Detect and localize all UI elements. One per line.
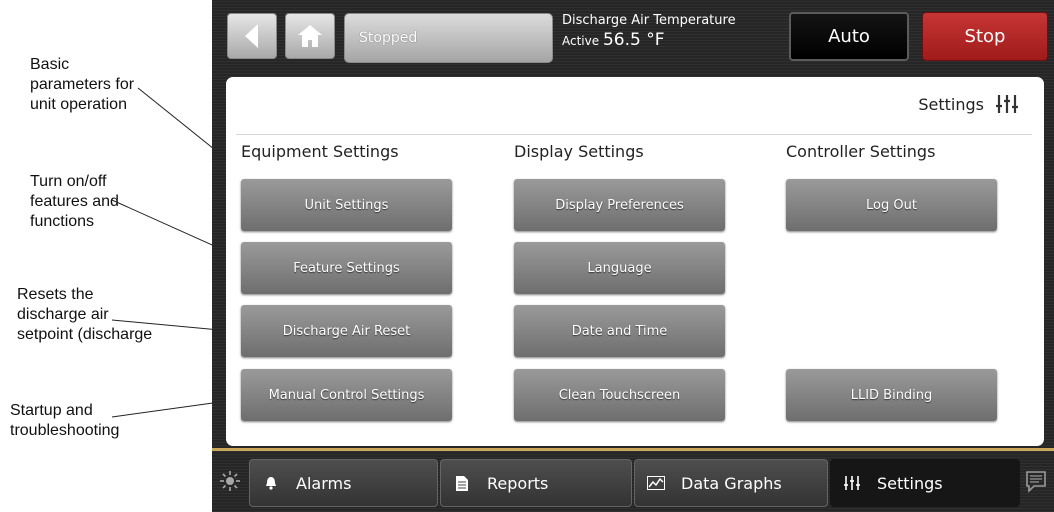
tab-settings[interactable]: Settings	[830, 459, 1020, 507]
chat-icon[interactable]	[1025, 470, 1047, 494]
tab-settings-label: Settings	[877, 473, 943, 493]
tab-data-graphs-label: Data Graphs	[681, 473, 782, 493]
feature-settings-button[interactable]: Feature Settings	[241, 242, 452, 294]
unit-settings-button[interactable]: Unit Settings	[241, 179, 452, 231]
controller-settings-heading: Controller Settings	[786, 142, 936, 161]
status-indicator[interactable]: Stopped	[344, 13, 553, 63]
equipment-settings-heading: Equipment Settings	[241, 142, 399, 161]
status-text: Stopped	[359, 30, 418, 46]
document-icon	[453, 475, 471, 491]
accent-divider	[212, 448, 1054, 451]
annotation-line: Turn on/off	[30, 173, 107, 190]
header-divider	[236, 134, 1032, 135]
annotation-line: Startup and	[10, 402, 93, 419]
bell-icon	[262, 476, 280, 490]
tab-reports[interactable]: Reports	[440, 459, 632, 507]
panel-title: Settings	[918, 94, 984, 114]
tab-alarms[interactable]: Alarms	[249, 459, 438, 507]
annotation-line: Resets the	[17, 286, 94, 303]
discharge-air-label: Discharge Air Temperature	[562, 13, 736, 28]
discharge-air-temperature-readout: Discharge Air Temperature Active 56.5 °F	[562, 13, 736, 50]
settings-panel-header: Settings	[918, 94, 1018, 114]
annotation-line: functions	[30, 213, 95, 230]
back-button[interactable]	[227, 13, 277, 59]
tab-reports-label: Reports	[487, 473, 549, 493]
display-preferences-button[interactable]: Display Preferences	[514, 179, 725, 231]
language-button[interactable]: Language	[514, 242, 725, 294]
annotation-startup: Startup and troubleshooting	[10, 401, 119, 441]
sliders-icon	[843, 476, 861, 490]
touchscreen-display: Stopped Discharge Air Temperature Active…	[212, 0, 1054, 512]
annotation-resets-discharge: Resets the discharge air setpoint (disch…	[17, 285, 152, 345]
annotation-line: setpoint (discharge	[17, 326, 153, 343]
date-and-time-button[interactable]: Date and Time	[514, 305, 725, 357]
settings-panel: Settings Equipment Settings Display Sett…	[226, 77, 1044, 446]
chart-icon	[647, 476, 665, 490]
annotation-line: parameters for	[30, 76, 135, 93]
active-value: 56.5 °F	[602, 30, 665, 50]
annotation-line: discharge air	[17, 306, 109, 323]
llid-binding-button[interactable]: LLID Binding	[786, 369, 997, 421]
stop-label: Stop	[964, 26, 1006, 47]
active-row: Active 56.5 °F	[562, 30, 736, 50]
annotation-line: Basic	[30, 56, 70, 73]
home-button[interactable]	[285, 13, 335, 59]
active-label: Active	[562, 34, 600, 48]
auto-label: Auto	[828, 26, 870, 47]
log-out-button[interactable]: Log Out	[786, 179, 997, 231]
back-arrow-icon	[245, 24, 258, 48]
clean-touchscreen-button[interactable]: Clean Touchscreen	[514, 369, 725, 421]
discharge-air-reset-button[interactable]: Discharge Air Reset	[241, 305, 452, 357]
stop-button[interactable]: Stop	[922, 12, 1048, 61]
display-settings-heading: Display Settings	[514, 142, 644, 161]
tab-alarms-label: Alarms	[296, 473, 352, 493]
home-icon	[298, 25, 322, 47]
brightness-icon[interactable]	[220, 471, 240, 491]
sliders-icon	[996, 95, 1018, 113]
annotation-line: features and	[30, 193, 119, 210]
annotation-turn-on-off: Turn on/off features and functions	[30, 172, 119, 232]
tab-data-graphs[interactable]: Data Graphs	[634, 459, 828, 507]
manual-control-settings-button[interactable]: Manual Control Settings	[241, 369, 452, 421]
annotation-line: unit operation	[30, 96, 127, 113]
auto-button[interactable]: Auto	[789, 12, 909, 61]
annotation-basic-parameters: Basic parameters for unit operation	[30, 55, 134, 115]
annotation-line: troubleshooting	[10, 422, 120, 439]
